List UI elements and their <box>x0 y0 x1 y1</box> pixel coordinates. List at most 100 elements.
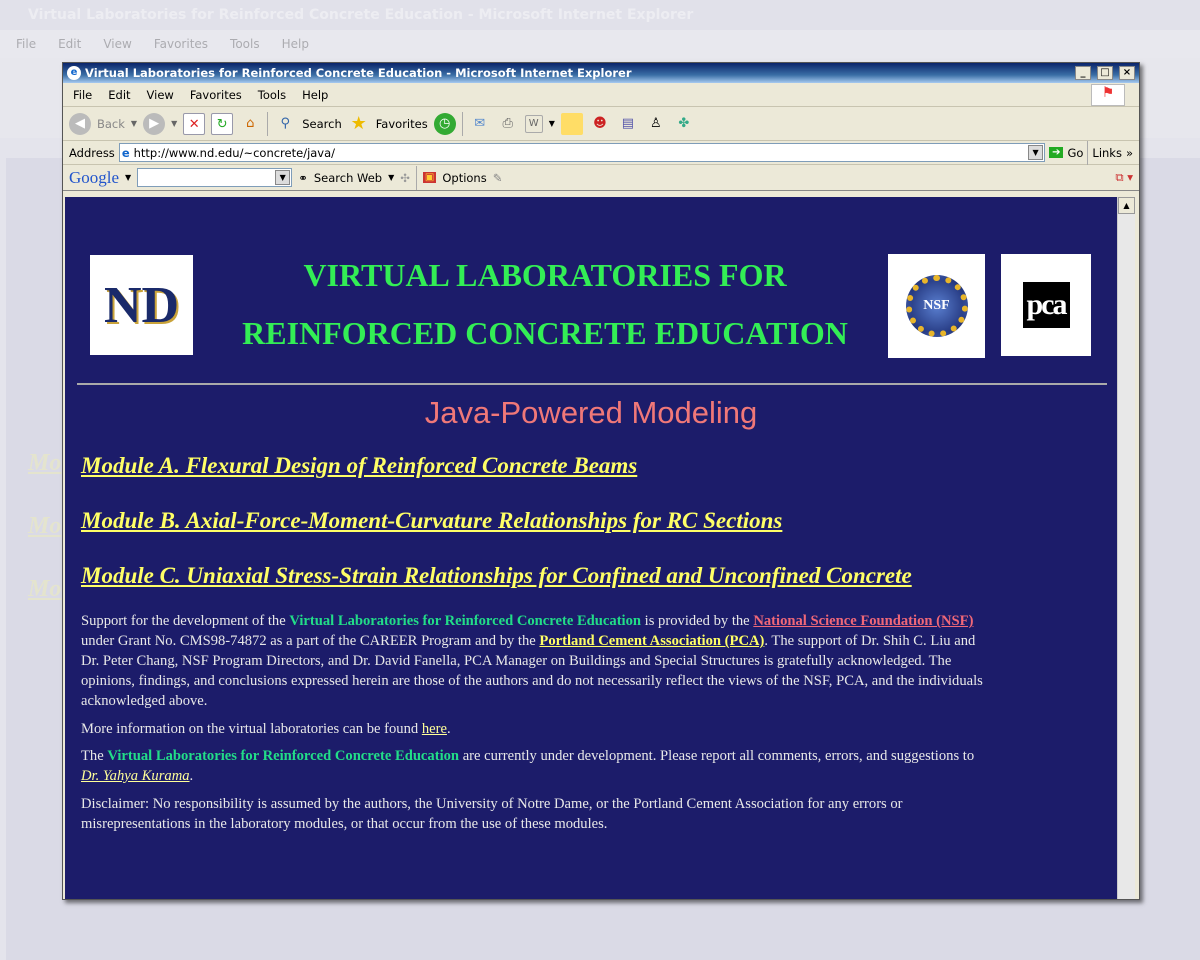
favorites-star-icon[interactable]: ★ <box>348 113 370 135</box>
menu-help[interactable]: Help <box>302 88 328 102</box>
notes-icon[interactable] <box>560 112 583 135</box>
address-bar: Address e http://www.nd.edu/~concrete/ja… <box>63 140 1139 165</box>
print-icon[interactable]: ⎙ <box>497 113 519 135</box>
maximize-button[interactable]: □ <box>1097 66 1113 80</box>
menu-favorites[interactable]: Favorites <box>190 88 242 102</box>
back-button[interactable]: Back <box>97 117 125 131</box>
address-url[interactable]: http://www.nd.edu/~concrete/java/ <box>134 146 335 160</box>
bg-menu-edit: Edit <box>58 37 82 51</box>
menu-view[interactable]: View <box>147 88 174 102</box>
links-button[interactable]: Links <box>1092 146 1122 160</box>
bg-menu-file: File <box>16 37 37 51</box>
text: . <box>446 721 451 737</box>
divider <box>77 383 1107 385</box>
background-menu: File Edit View Favorites Tools Help <box>0 30 1200 58</box>
vl-name: Virtual Laboratories for Reinforced Conc… <box>289 613 642 629</box>
disclaimer-paragraph: Disclaimer: No responsibility is assumed… <box>81 796 903 832</box>
development-paragraph: The Virtual Laboratories for Reinforced … <box>81 746 986 786</box>
nsf-link[interactable]: National Science Foundation (NSF) <box>753 613 973 629</box>
standard-toolbar: ◀ Back ▼ ▶ ▼ ✕ ↻ ⌂ ⚲ Search ★ Favorites … <box>63 107 1139 141</box>
text: under Grant No. CMS98-74872 as a part of… <box>81 633 540 649</box>
bg-module-a: Mo <box>28 450 62 476</box>
windows-logo-icon: ⚑ <box>1091 84 1125 106</box>
support-paragraph: Support for the development of the Virtu… <box>81 611 986 711</box>
go-arrow-icon[interactable]: ➔ <box>1049 147 1064 158</box>
pca-link[interactable]: Portland Cement Association (PCA) <box>539 633 764 649</box>
scroll-up-icon[interactable]: ▲ <box>1118 197 1135 214</box>
stop-icon[interactable]: ✕ <box>183 112 206 135</box>
bg-menu-favorites: Favorites <box>153 37 209 51</box>
module-a-link[interactable]: Module A. Flexural Design of Reinforced … <box>81 453 637 479</box>
highlighter-icon[interactable]: ✎ <box>493 171 503 185</box>
text: More information on the virtual laborato… <box>81 721 422 737</box>
here-link[interactable]: here <box>422 721 447 737</box>
module-c-link[interactable]: Module C. Uniaxial Stress-Strain Relatio… <box>81 563 912 589</box>
search-button[interactable]: Search <box>302 117 342 131</box>
refresh-icon[interactable]: ↻ <box>211 112 234 135</box>
text: are currently under development. Please … <box>459 748 975 764</box>
bg-module-c: Mo <box>28 576 62 602</box>
background-title: Virtual Laboratories for Reinforced Conc… <box>0 0 1200 30</box>
go-button[interactable]: Go <box>1067 146 1083 160</box>
forward-dropdown-icon[interactable]: ▼ <box>171 119 177 128</box>
text: The <box>81 748 108 764</box>
search-icon[interactable]: ⚲ <box>274 113 296 135</box>
page-content: ND VIRTUAL LABORATORIES FOR REINFORCED C… <box>65 197 1117 899</box>
more-info-paragraph: More information on the virtual laborato… <box>81 719 986 739</box>
toolbar-separator <box>267 111 269 136</box>
address-input[interactable]: e http://www.nd.edu/~concrete/java/ ▼ <box>118 143 1046 162</box>
chevron-right-icon[interactable]: » <box>1126 146 1133 160</box>
browser-window: e Virtual Laboratories for Reinforced Co… <box>62 62 1140 900</box>
menu-edit[interactable]: Edit <box>108 88 130 102</box>
aim-icon[interactable]: ♙ <box>645 113 667 135</box>
search-web-dropdown-icon[interactable]: ▼ <box>388 173 394 182</box>
address-dropdown-icon[interactable]: ▼ <box>1028 145 1044 160</box>
toolbar-separator <box>415 165 417 190</box>
edit-dropdown-icon[interactable]: ▼ <box>549 119 555 128</box>
bg-menu-help: Help <box>281 37 309 51</box>
vertical-scrollbar[interactable]: ▲ <box>1117 197 1135 899</box>
home-icon[interactable]: ⌂ <box>239 113 261 135</box>
back-arrow-icon[interactable]: ◀ <box>69 112 91 135</box>
mail-icon[interactable]: ✉ <box>469 113 491 135</box>
google-dropdown-icon[interactable]: ▼ <box>125 173 131 182</box>
back-dropdown-icon[interactable]: ▼ <box>131 119 137 128</box>
menu-tools[interactable]: Tools <box>258 88 286 102</box>
google-search-input[interactable]: ▼ <box>137 168 293 187</box>
vl-name: Virtual Laboratories for Reinforced Conc… <box>107 748 460 764</box>
options-button[interactable]: Options <box>442 171 486 185</box>
text: . <box>189 768 194 784</box>
page-title-line-2: REINFORCED CONCRETE EDUCATION <box>242 315 848 351</box>
kurama-link[interactable]: Dr. Yahya Kurama <box>81 768 190 784</box>
google-logo[interactable]: Google <box>69 168 119 188</box>
page-subtitle: Java-Powered Modeling <box>424 395 758 430</box>
address-label: Address <box>69 145 115 160</box>
puzzle-icon[interactable]: ✣ <box>400 171 410 185</box>
google-search-dropdown-icon[interactable]: ▼ <box>275 170 291 185</box>
research-icon[interactable]: ▤ <box>617 113 639 135</box>
module-b-link[interactable]: Module B. Axial-Force-Moment-Curvature R… <box>81 508 782 534</box>
page-title-line-1: VIRTUAL LABORATORIES FOR <box>303 257 787 293</box>
search-web-button[interactable]: Search Web <box>314 171 382 185</box>
notre-dame-logo: ND <box>90 255 193 355</box>
close-button[interactable]: × <box>1119 66 1135 80</box>
history-icon[interactable]: ◷ <box>433 112 456 135</box>
messenger-icon[interactable]: ☻ <box>589 113 611 135</box>
binoculars-icon[interactable]: ⚭ <box>298 171 308 185</box>
ie-icon: e <box>67 66 81 80</box>
options-icon[interactable]: ▣ <box>422 172 437 183</box>
menu-file[interactable]: File <box>73 88 92 102</box>
page-icon: e <box>121 145 130 160</box>
bg-menu-tools: Tools <box>230 37 260 51</box>
msn-icon[interactable]: ✤ <box>673 113 695 135</box>
title-bar: e Virtual Laboratories for Reinforced Co… <box>63 63 1139 83</box>
edit-word-icon[interactable]: W <box>524 114 543 133</box>
text: is provided by the <box>641 613 754 629</box>
minimize-button[interactable]: _ <box>1075 66 1091 80</box>
toolbar-separator <box>1087 140 1089 165</box>
pca-logo: pca <box>1001 254 1091 356</box>
favorites-button[interactable]: Favorites <box>376 117 428 131</box>
popup-blocker-icon[interactable]: ⧉ ▾ <box>1115 170 1133 185</box>
nsf-logo: NSF <box>888 254 985 358</box>
forward-arrow-icon[interactable]: ▶ <box>143 112 166 135</box>
